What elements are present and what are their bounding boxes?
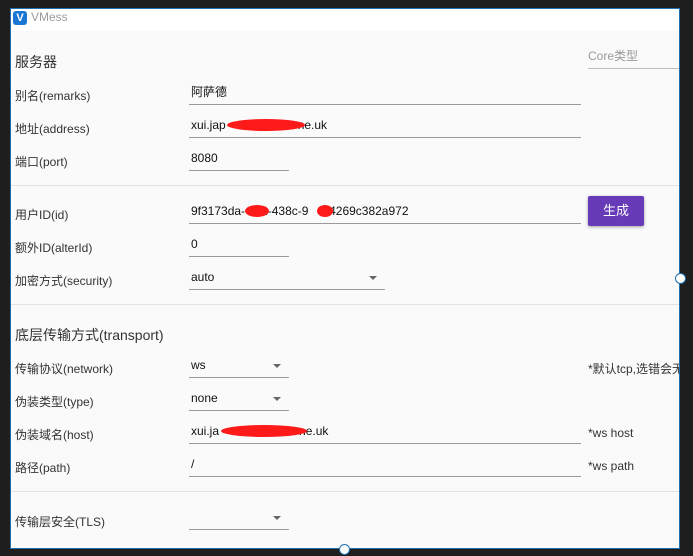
resize-handle-right[interactable] (675, 273, 686, 284)
v-logo-icon: V (13, 11, 27, 25)
separator-1 (11, 185, 679, 186)
user-id-redaction-mark-2 (317, 205, 333, 217)
generate-button[interactable]: 生成 (588, 196, 644, 226)
host-value-prefix: xui.ja (191, 424, 220, 438)
alter-id-input[interactable]: 0 (189, 235, 289, 257)
chevron-down-icon (273, 516, 281, 520)
path-input[interactable]: / (189, 455, 581, 477)
tls-select[interactable] (189, 508, 289, 530)
user-id-label: 用户ID(id) (15, 208, 69, 222)
chevron-down-icon (273, 397, 281, 401)
resize-handle-bottom[interactable] (339, 544, 350, 555)
security-label: 加密方式(security) (15, 274, 113, 288)
remarks-input[interactable]: 阿萨德 (189, 83, 581, 105)
path-label: 路径(path) (15, 461, 71, 475)
tls-label: 传输层安全(TLS) (15, 515, 106, 529)
type-value: none (191, 391, 218, 405)
address-label: 地址(address) (15, 122, 90, 136)
core-type-select[interactable]: Core类型 (588, 47, 679, 69)
server-section-title: 服务器 (15, 54, 57, 70)
separator-3 (11, 491, 679, 492)
port-value: 8080 (191, 151, 218, 165)
chevron-down-icon (273, 364, 281, 368)
user-id-redaction-mark-1 (245, 205, 269, 217)
user-id-input[interactable]: 9f3173da- 2-438c-9 b-4269c382a972 (189, 202, 581, 224)
address-input[interactable]: xui.jap ne.uk (189, 116, 581, 138)
path-value: / (191, 457, 195, 471)
vmess-window: V VMess 服务器 Core类型 别名(remarks) 阿萨德 地址(ad… (10, 8, 680, 549)
host-label: 伪装域名(host) (15, 428, 94, 442)
address-redaction-mark (227, 119, 305, 131)
port-input[interactable]: 8080 (189, 149, 289, 171)
user-id-value: 9f3173da- 2-438c-9 b-4269c382a972 (191, 202, 409, 220)
remarks-value: 阿萨德 (191, 85, 228, 99)
alter-id-value: 0 (191, 237, 198, 251)
remarks-label: 别名(remarks) (15, 89, 91, 103)
network-label: 传输协议(network) (15, 362, 114, 376)
port-label: 端口(port) (15, 155, 68, 169)
separator-2 (11, 304, 679, 305)
core-type-placeholder: Core类型 (588, 49, 639, 63)
window-title: VMess (31, 10, 68, 24)
chevron-down-icon (369, 276, 377, 280)
network-select[interactable]: ws (189, 356, 289, 378)
user-id-part1: 9f3173da- (191, 204, 246, 218)
type-label: 伪装类型(type) (15, 395, 94, 409)
transport-section-title: 底层传输方式(transport) (15, 327, 164, 343)
title-bar: V VMess (11, 9, 679, 31)
network-note: *默认tcp,选错会无 (588, 362, 680, 376)
path-note: *ws path (588, 459, 635, 473)
host-redaction-mark (221, 425, 307, 437)
host-input[interactable]: xui.ja ne.uk (189, 422, 581, 444)
alter-id-label: 额外ID(alterId) (15, 241, 93, 255)
network-value: ws (191, 358, 206, 372)
security-value: auto (191, 270, 215, 284)
address-value-prefix: xui.jap (191, 118, 226, 132)
type-select[interactable]: none (189, 389, 289, 411)
host-note: *ws host (588, 426, 634, 440)
security-select[interactable]: auto (189, 268, 385, 290)
